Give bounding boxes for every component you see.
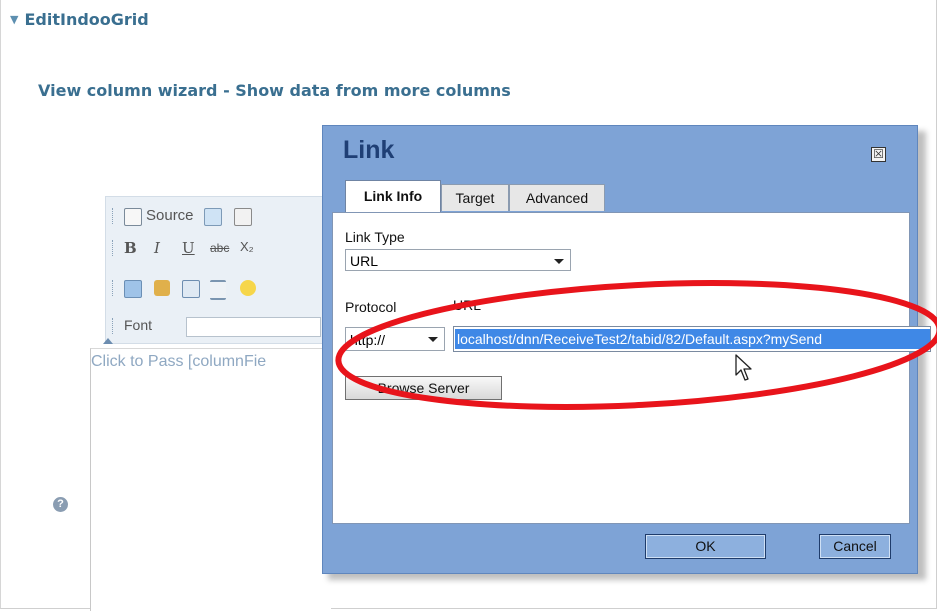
templates-icon[interactable] [234, 208, 252, 226]
collapse-toolbar-icon[interactable] [103, 338, 113, 344]
wizard-title: View column wizard - Show data from more… [38, 81, 511, 100]
preview-icon[interactable] [204, 208, 222, 226]
font-label: Font [124, 317, 153, 333]
chevron-down-icon [554, 259, 564, 264]
link-dialog: Link ☒ Link Info Target Advanced Link Ty… [322, 125, 931, 574]
editor-placeholder-text: Click to Pass [columnFie [91, 353, 267, 370]
tab-target[interactable]: Target [441, 184, 509, 211]
chevron-down-icon [428, 337, 438, 342]
horizontal-rule-icon[interactable] [210, 280, 226, 300]
source-button[interactable]: Source [146, 207, 194, 224]
source-icon [124, 208, 142, 226]
help-icon[interactable]: ? [53, 497, 68, 512]
cancel-button[interactable]: Cancel [819, 534, 891, 559]
toolbar-grip [112, 318, 116, 334]
toolbar-grip [112, 208, 116, 224]
url-selected-text: localhost/dnn/ReceiveTest2/tabid/82/Defa… [455, 329, 930, 349]
section-title: EditIndooGrid [24, 10, 149, 29]
bold-button[interactable]: B [124, 239, 137, 257]
dialog-title: Link [343, 136, 395, 164]
flash-icon[interactable] [154, 280, 170, 296]
italic-button[interactable]: I [154, 239, 160, 257]
table-icon[interactable] [182, 280, 200, 298]
collapse-triangle-icon[interactable]: ▼ [10, 13, 18, 26]
font-select[interactable] [186, 317, 321, 337]
browse-server-button[interactable]: Browse Server [345, 376, 502, 400]
subscript-button[interactable]: X₂ [240, 239, 254, 254]
toolbar-row-4: Font [106, 313, 331, 339]
strikethrough-button[interactable]: abc [210, 241, 229, 255]
toolbar-grip [112, 240, 116, 256]
image-icon[interactable] [124, 280, 142, 298]
close-icon[interactable]: ☒ [871, 147, 886, 162]
ok-button[interactable]: OK [645, 534, 766, 559]
section-header[interactable]: ▼ EditIndooGrid [10, 10, 149, 29]
link-type-label: Link Type [345, 229, 405, 245]
smiley-icon[interactable] [240, 280, 256, 296]
url-input[interactable]: localhost/dnn/ReceiveTest2/tabid/82/Defa… [453, 326, 931, 352]
toolbar-row-1: Source [106, 203, 331, 229]
tab-advanced[interactable]: Advanced [509, 184, 605, 211]
link-type-value: URL [350, 253, 379, 269]
underline-button[interactable]: U [182, 239, 195, 257]
tab-link-info[interactable]: Link Info [345, 180, 441, 213]
protocol-label: Protocol [345, 299, 397, 315]
url-label: URL [453, 297, 482, 313]
toolbar-row-2: B I U abc X₂ [106, 235, 331, 261]
editor-content-area[interactable]: Click to Pass [columnFie [90, 348, 331, 611]
link-type-select[interactable]: URL [345, 249, 571, 271]
protocol-select[interactable]: http:// [345, 327, 445, 351]
rich-text-editor: Source B I U abc X₂ Font Click to Pass [… [90, 196, 332, 611]
toolbar-grip [112, 280, 116, 296]
link-info-panel: Link Type URL Protocol URL http:// local… [332, 212, 931, 524]
toolbar-row-3 [106, 275, 331, 301]
editor-toolbar: Source B I U abc X₂ Font [105, 196, 332, 344]
protocol-value: http:// [350, 332, 386, 348]
mouse-cursor-icon [735, 354, 752, 381]
